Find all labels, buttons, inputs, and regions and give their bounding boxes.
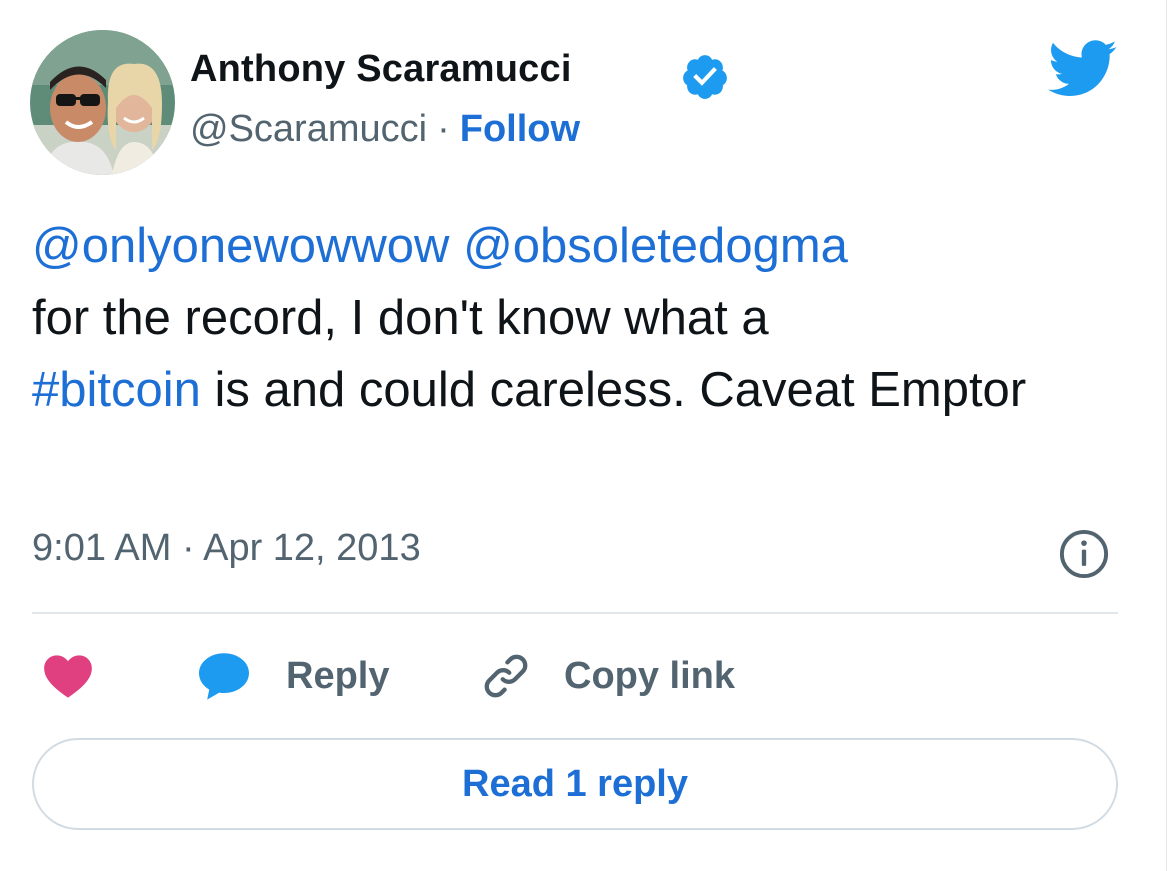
like-button[interactable] (42, 646, 94, 706)
tweet-timestamp[interactable]: 9:01 AM · Apr 12, 2013 (32, 527, 421, 570)
tweet-text: @onlyonewowwow @obsoletedogma for the rec… (32, 210, 1122, 426)
author-handle-row: @Scaramucci · Follow (190, 108, 580, 151)
separator-dot: · (437, 108, 450, 150)
tweet-text-segment: for the record, I don't know what a (32, 291, 769, 345)
reply-label: Reply (286, 654, 390, 697)
copy-link-button[interactable]: Copy link (480, 646, 735, 706)
tweet-card: Anthony Scaramucci @Scaramucci · Follow @o… (0, 0, 1167, 871)
avatar-photo (30, 30, 175, 175)
tweet-text-segment: is and could careless. Caveat Emptor (200, 363, 1027, 417)
author-name[interactable]: Anthony Scaramucci (190, 48, 572, 91)
read-replies-button[interactable]: Read 1 reply (32, 738, 1118, 830)
avatar[interactable] (30, 30, 175, 175)
divider (32, 612, 1118, 614)
hashtag-link[interactable]: #bitcoin (32, 363, 201, 417)
mention-link[interactable]: @onlyonewowwow (32, 219, 449, 273)
follow-button[interactable]: Follow (460, 108, 580, 150)
twitter-bird-icon[interactable] (1048, 40, 1118, 98)
verified-badge-icon (683, 55, 727, 99)
speech-bubble-icon (199, 653, 249, 700)
copy-link-label: Copy link (564, 654, 736, 697)
reply-button[interactable]: Reply (196, 646, 389, 706)
heart-icon (44, 655, 92, 698)
mention-link[interactable]: @obsoletedogma (463, 219, 848, 273)
author-handle[interactable]: @Scaramucci (190, 108, 427, 150)
link-icon (484, 654, 528, 698)
info-icon[interactable] (1058, 528, 1110, 580)
